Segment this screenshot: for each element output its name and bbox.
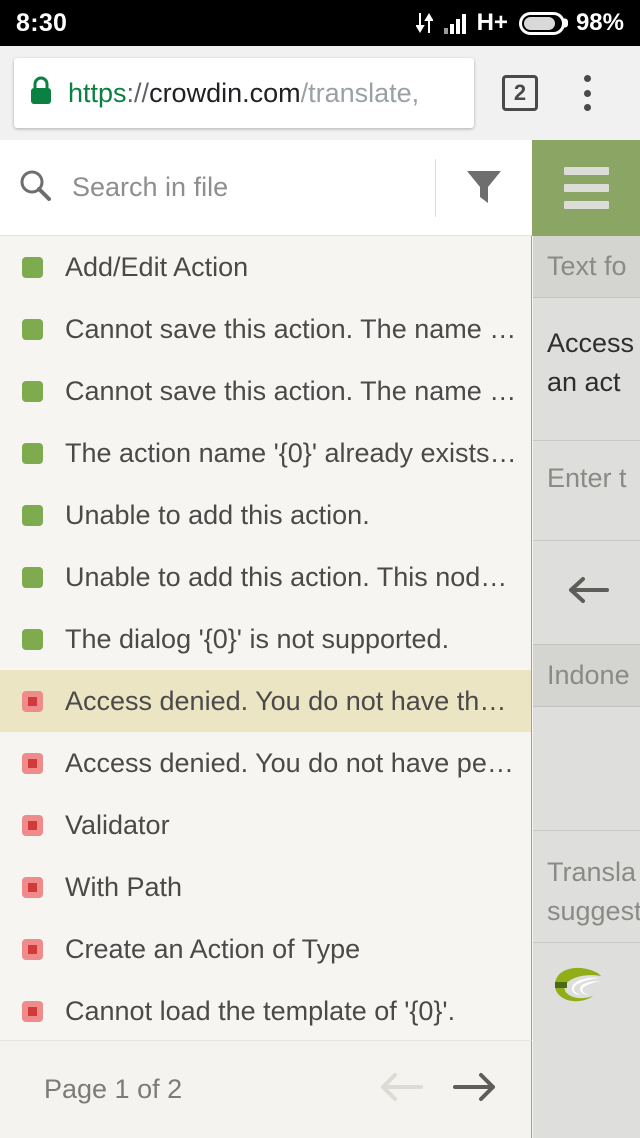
source-string-text: Access an act (547, 328, 635, 398)
list-item-label: Cannot load the template of '{0}'. (65, 995, 456, 1026)
list-item-label: The action name '{0}' already exists. Pl… (65, 437, 519, 468)
crowdin-logo (533, 943, 640, 1010)
arrow-right-icon[interactable] (451, 1069, 499, 1110)
status-badge-untranslated (22, 814, 43, 836)
translation-editor-panel: Text fo Access an act Enter t Indone Tra… (533, 236, 640, 1138)
status-badge-untranslated (22, 876, 43, 898)
list-item[interactable]: Unable to add this action. This node is … (0, 546, 531, 608)
tab-switcher-button[interactable]: 2 (502, 75, 538, 111)
status-indicators: H+ 98% (415, 9, 624, 37)
network-type-label: H+ (476, 9, 508, 36)
list-item-label: Cannot save this action. The name prov..… (65, 313, 519, 344)
list-item[interactable]: Access denied. You do not have permis... (0, 732, 531, 794)
pagination-buttons (377, 1069, 499, 1110)
list-item-label: Access denied. You do not have permis... (65, 747, 519, 778)
translation-input[interactable]: Enter t (533, 441, 640, 541)
status-badge-approved (22, 442, 43, 464)
list-item-label: The dialog '{0}' is not supported. (65, 623, 450, 654)
suggestions-section: Transla suggest (533, 831, 640, 943)
status-badge-untranslated (22, 1000, 43, 1022)
status-badge-approved (22, 628, 43, 650)
list-item[interactable]: Add/Edit Action (0, 236, 531, 298)
arrow-left-icon[interactable] (377, 1069, 425, 1110)
list-item[interactable]: With Path (0, 856, 531, 918)
list-item-label: Access denied. You do not have the rig..… (65, 685, 519, 716)
file-search-bar (0, 140, 532, 236)
list-item-label: Cannot save this action. The name prov..… (65, 375, 519, 406)
arrow-left-icon[interactable] (565, 573, 611, 612)
list-item[interactable]: Cannot load the template of '{0}'. (0, 980, 531, 1040)
status-badge-untranslated (22, 752, 43, 774)
strings-list[interactable]: Add/Edit Action Cannot save this action.… (0, 236, 532, 1040)
list-item-label: Add/Edit Action (65, 251, 249, 282)
status-badge-approved (22, 566, 43, 588)
phone-screen: 8:30 H+ 98% https://crowdin.com/translat… (0, 0, 640, 1138)
status-badge-approved (22, 318, 43, 340)
target-language-header[interactable]: Indone (533, 645, 640, 707)
list-item-label: Unable to add this action. (65, 499, 370, 530)
pagination-bar: Page 1 of 2 (0, 1040, 532, 1138)
status-badge-untranslated (22, 690, 43, 712)
url-host: crowdin.com (149, 77, 301, 108)
url-path: /translate, (300, 77, 420, 108)
status-badge-approved (22, 256, 43, 278)
list-item[interactable]: The action name '{0}' already exists. Pl… (0, 422, 531, 484)
three-dot-menu-icon[interactable] (572, 73, 602, 113)
list-item[interactable]: Create an Action of Type (0, 918, 531, 980)
status-badge-approved (22, 380, 43, 402)
list-item-label: Unable to add this action. This node is … (65, 561, 519, 592)
page-indicator: Page 1 of 2 (44, 1074, 183, 1104)
battery-percent-label: 98% (575, 9, 624, 36)
list-item-label: Create an Action of Type (65, 933, 361, 964)
url-separator: :// (126, 77, 150, 108)
list-item[interactable]: Cannot save this action. The name prov..… (0, 360, 531, 422)
signal-bars-icon (443, 12, 466, 34)
status-clock: 8:30 (16, 8, 68, 37)
search-input[interactable] (70, 171, 435, 204)
list-item[interactable]: Cannot save this action. The name prov..… (0, 298, 531, 360)
source-header-label: Text fo (547, 251, 627, 281)
list-item[interactable]: Unable to add this action. (0, 484, 531, 546)
hamburger-menu-icon[interactable] (532, 140, 640, 236)
android-status-bar: 8:30 H+ 98% (0, 0, 640, 46)
source-string: Access an act (533, 298, 640, 441)
crowdin-translate-app: Add/Edit Action Cannot save this action.… (0, 140, 640, 1138)
list-item[interactable]: Validator (0, 794, 531, 856)
target-language-label: Indone (547, 660, 630, 690)
target-translation-area[interactable] (533, 707, 640, 831)
suggestions-label: Transla suggest (547, 857, 640, 927)
list-item-label: With Path (65, 871, 183, 902)
list-item-label: Validator (65, 809, 170, 840)
battery-icon (518, 11, 565, 35)
status-badge-untranslated (22, 938, 43, 960)
address-bar[interactable]: https://crowdin.com/translate, (14, 58, 474, 128)
list-item[interactable]: The dialog '{0}' is not supported. (0, 608, 531, 670)
list-item-selected[interactable]: Access denied. You do not have the rig..… (0, 670, 531, 732)
browser-toolbar: https://crowdin.com/translate, 2 (0, 46, 640, 140)
source-header: Text fo (533, 236, 640, 298)
url-text: https://crowdin.com/translate, (68, 78, 419, 109)
translation-input-placeholder: Enter t (547, 463, 627, 493)
editor-toolbar (533, 541, 640, 645)
filter-funnel-icon[interactable] (436, 140, 532, 236)
secure-lock-icon (28, 75, 54, 112)
data-transfer-icon (415, 11, 433, 35)
url-scheme: https (68, 77, 127, 108)
search-icon (18, 168, 52, 207)
status-badge-approved (22, 504, 43, 526)
